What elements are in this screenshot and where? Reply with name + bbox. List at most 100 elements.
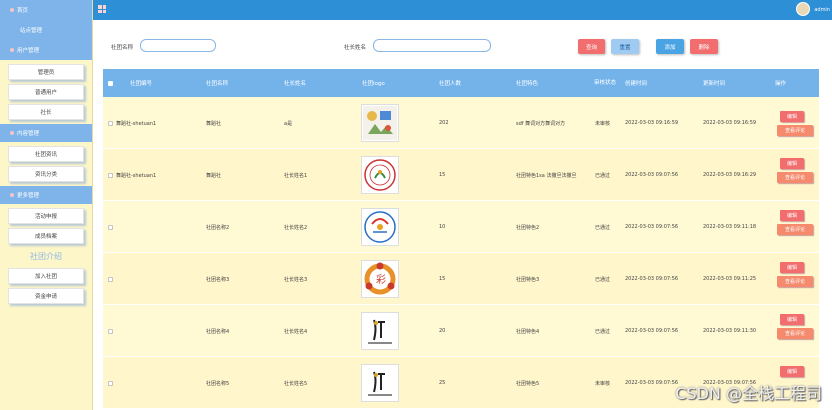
col-created-time: 创建时间: [625, 81, 648, 87]
leader-name-label: 社长姓名: [344, 45, 367, 51]
cell-club-name: 社团名称2: [206, 224, 230, 231]
view-comments-button[interactable]: 查看评论: [777, 276, 813, 287]
select-all-checkbox[interactable]: [108, 80, 113, 86]
cell-created: 2022-03-03 09:07:56: [625, 276, 679, 282]
cell-leader: 社长姓名2: [284, 224, 308, 231]
sidebar-item-club-news[interactable]: 社团资讯: [8, 146, 84, 162]
cell-updated: 2022-03-03 09:16:29: [703, 172, 757, 178]
table-row[interactable]: 社团名称3 社长姓名3 彩 15 社团特色3 已通过 2022-03-03 09…: [103, 253, 819, 305]
col-member-count: 社团人数: [439, 81, 462, 87]
sidebar-item-join-club[interactable]: 加入社团: [8, 268, 84, 284]
sidebar-item-member-archive[interactable]: 成员档案: [8, 228, 84, 244]
club-logo-image: [361, 312, 399, 350]
cell-feature: 社团特色4: [516, 328, 540, 335]
row-checkbox[interactable]: [108, 328, 113, 334]
add-button[interactable]: 添加: [656, 39, 684, 54]
sidebar-item-admin[interactable]: 管理员: [8, 64, 84, 80]
edit-button[interactable]: 编辑: [780, 314, 804, 325]
cell-club-name: 社团名称5: [206, 380, 230, 387]
cell-status: 已通过: [595, 172, 611, 179]
table-row[interactable]: 舞蹈社-shetuan1 舞蹈社 a是 202 sdf 舞词对方舞词对方 未审核…: [103, 97, 819, 149]
cell-leader: a是: [284, 120, 293, 127]
row-checkbox[interactable]: [108, 380, 113, 386]
table-row[interactable]: 舞蹈社-shetuan1 舞蹈社 社长姓名1 15 社团特色1sa 法撒旦法撒旦…: [103, 149, 819, 201]
cell-feature: 社团特色5: [516, 380, 540, 387]
cell-created: 2022-03-03 09:07:56: [625, 172, 679, 178]
sidebar: 首页 站点管理 用户管理 管理员 普通用户 社长 内容管理 社团资讯 资讯分类 …: [0, 0, 93, 410]
cell-feature: 社团特色3: [516, 276, 540, 283]
sidebar-item-club-intro[interactable]: 社团介绍: [8, 248, 84, 264]
cell-created: 2022-03-03 09:07:56: [625, 328, 679, 334]
col-club-logo: 社团logo: [362, 81, 385, 87]
table-row[interactable]: 社团名称2 社长姓名2 10 社团特色2 已通过 2022-03-03 09:0…: [103, 201, 819, 253]
home-icon: [10, 8, 14, 12]
cell-leader: 社长姓名4: [284, 328, 308, 335]
view-comments-button[interactable]: 查看评论: [777, 328, 813, 339]
more-icon: [10, 193, 14, 197]
cell-member-count: 202: [439, 120, 449, 126]
user-icon: [10, 48, 14, 52]
cell-club-id: 舞蹈社-shetuan1: [116, 120, 157, 127]
sidebar-category-more[interactable]: 更多管理: [0, 186, 92, 204]
row-checkbox[interactable]: [108, 120, 113, 126]
col-operations: 操作: [775, 81, 787, 87]
row-checkbox[interactable]: [108, 224, 113, 230]
cell-updated: 2022-03-03 09:16:59: [703, 120, 757, 126]
col-club-id: 社团编号: [130, 81, 153, 87]
search-panel: 社团名称 社长姓名 查询 重置 添加 删除: [93, 20, 832, 68]
row-checkbox[interactable]: [108, 172, 113, 178]
avatar[interactable]: [796, 2, 810, 16]
menu-toggle-icon[interactable]: [98, 5, 106, 13]
table-row[interactable]: 社团名称4 社长姓名4 20 社团特色4 已通过 2022-03-03 09:0…: [103, 305, 819, 357]
cell-club-name: 舞蹈社: [206, 172, 222, 179]
cell-created: 2022-03-03 09:07:56: [625, 224, 679, 230]
club-logo-image: [361, 208, 399, 246]
username[interactable]: admin: [814, 7, 830, 13]
col-club-name: 社团名称: [206, 81, 229, 87]
cell-club-name: 社团名称4: [206, 328, 230, 335]
sidebar-item-activity[interactable]: 活动申报: [8, 208, 84, 224]
edit-button[interactable]: 编辑: [780, 366, 804, 377]
query-button[interactable]: 查询: [578, 39, 605, 54]
sidebar-item-site-mgmt[interactable]: 站点管理: [0, 20, 92, 40]
col-feature: 社团特色: [516, 81, 539, 87]
club-logo-image: 彩: [361, 260, 399, 298]
cell-member-count: 10: [439, 224, 446, 230]
cell-updated: 2022-03-03 09:11:30: [703, 328, 757, 334]
cell-created: 2022-03-03 09:16:59: [625, 120, 679, 126]
view-comments-button[interactable]: 查看评论: [777, 125, 813, 136]
cell-status: 已通过: [595, 328, 611, 335]
row-checkbox[interactable]: [108, 276, 113, 282]
edit-button[interactable]: 编辑: [780, 262, 804, 273]
cell-created: 2022-03-03 09:07:56: [625, 380, 679, 386]
delete-button[interactable]: 删除: [690, 39, 718, 54]
top-bar: admin: [93, 0, 832, 20]
csdn-watermark: CSDN @全栈工程司: [675, 384, 822, 403]
club-logo-image: [361, 156, 399, 194]
cell-member-count: 20: [439, 328, 446, 334]
cell-member-count: 25: [439, 380, 446, 386]
edit-button[interactable]: 编辑: [780, 210, 804, 221]
sidebar-item-home[interactable]: 首页: [0, 0, 92, 20]
club-name-input[interactable]: [140, 39, 216, 52]
reset-button[interactable]: 重置: [611, 39, 639, 54]
view-comments-button[interactable]: 查看评论: [777, 172, 813, 183]
sidebar-item-normal-user[interactable]: 普通用户: [8, 84, 84, 100]
cell-member-count: 15: [439, 276, 446, 282]
leader-name-input[interactable]: [373, 39, 491, 52]
edit-button[interactable]: 编辑: [780, 158, 804, 169]
view-comments-button[interactable]: 查看评论: [777, 224, 813, 235]
cell-status: 未审核: [595, 120, 611, 127]
cell-status: 已通过: [595, 224, 611, 231]
edit-button[interactable]: 编辑: [780, 111, 804, 122]
cell-member-count: 15: [439, 172, 446, 178]
sidebar-item-news-category[interactable]: 资讯分类: [8, 166, 84, 182]
sidebar-category-content[interactable]: 内容管理: [0, 124, 92, 142]
sidebar-category-user-mgmt[interactable]: 用户管理: [0, 40, 92, 60]
cell-leader: 社长姓名3: [284, 276, 308, 283]
content-icon: [10, 131, 14, 135]
cell-updated: 2022-03-03 09:11:25: [703, 276, 757, 282]
sidebar-item-leader[interactable]: 社长: [8, 104, 84, 120]
cell-club-name: 社团名称3: [206, 276, 230, 283]
sidebar-item-fund-apply[interactable]: 资金申请: [8, 288, 84, 304]
